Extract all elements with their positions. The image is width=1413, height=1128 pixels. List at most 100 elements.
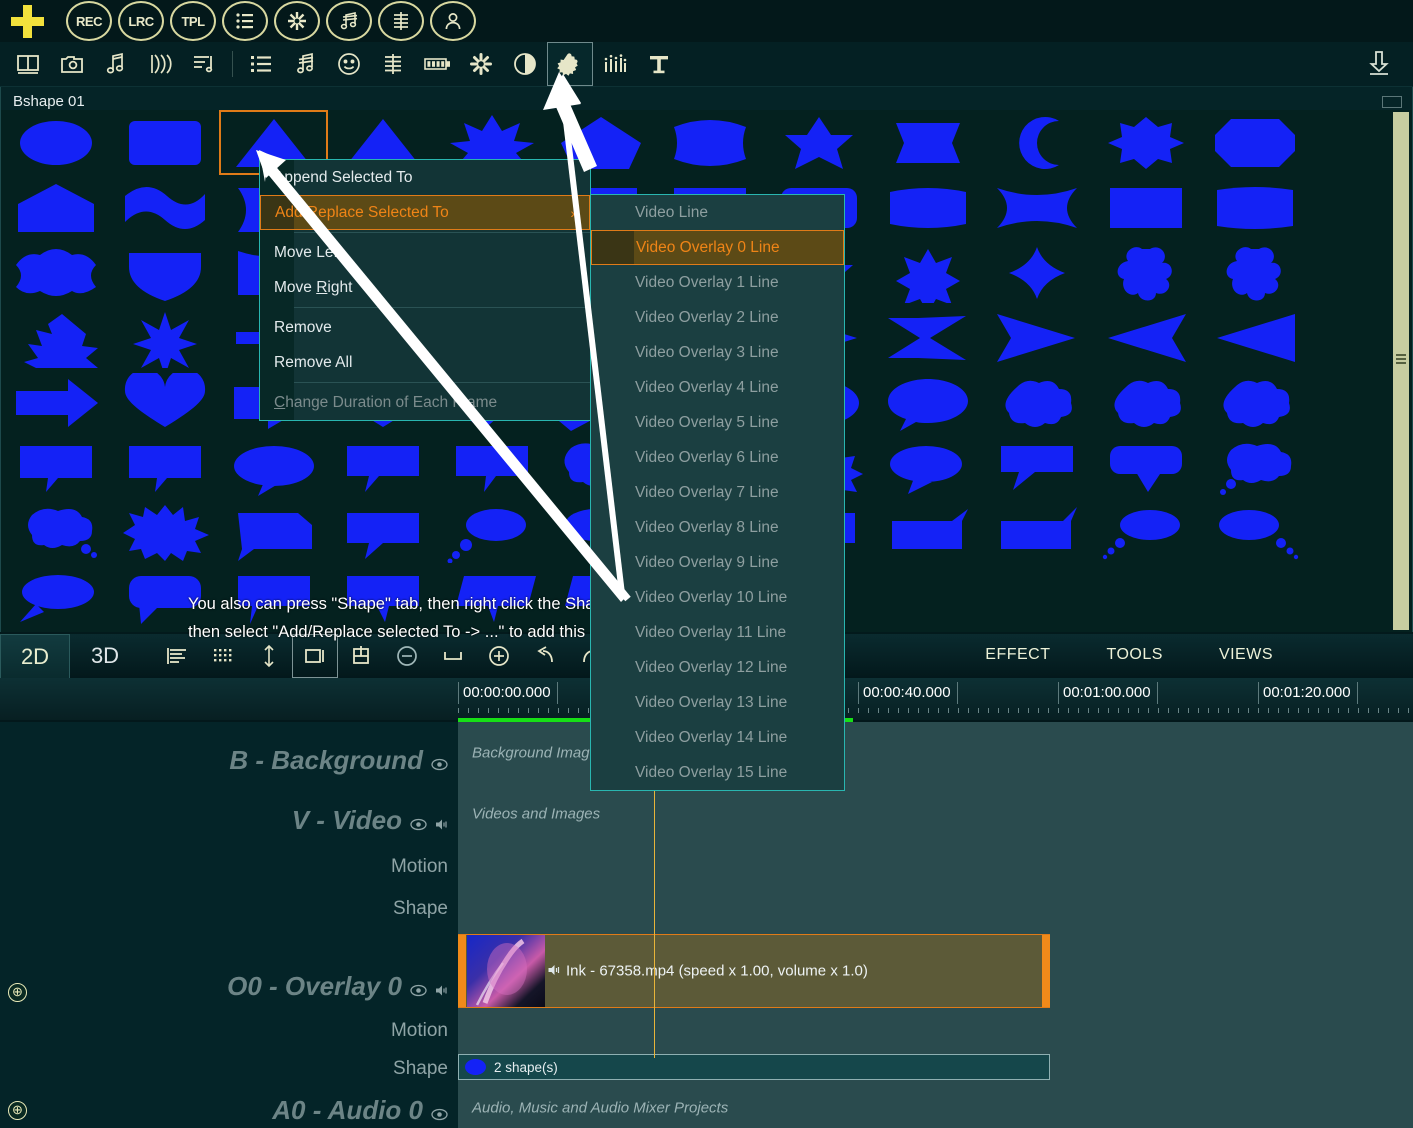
shape-cell[interactable] [1,110,110,175]
shape-cell[interactable] [873,110,982,175]
eye-icon[interactable] [431,758,448,776]
menu-item-remove-all[interactable]: Remove All [260,345,590,380]
mixer-button[interactable] [378,1,424,41]
menu-item-move-right[interactable]: Move Right [260,270,590,305]
list-button[interactable] [222,1,268,41]
shape-cell[interactable] [110,435,219,500]
submenu-item-video-overlay-1-line[interactable]: Video Overlay 1 Line [591,265,844,300]
submenu-item-video-overlay-11-line[interactable]: Video Overlay 11 Line [591,615,844,650]
playlist-icon[interactable] [182,44,226,84]
submenu-item-video-overlay-14-line[interactable]: Video Overlay 14 Line [591,720,844,755]
shape-cell[interactable] [110,370,219,435]
shape-cell[interactable] [1200,175,1309,240]
add-track-button[interactable]: ⊕ [8,983,27,1002]
video-clip[interactable]: Ink - 67358.mp4 (speed x 1.00, volume x … [458,934,1050,1008]
track-overlay0-shape[interactable]: Shape 2 shape(s) [0,1050,1413,1088]
shape-scrollbar[interactable] [1393,112,1409,630]
shape-cell[interactable] [1200,240,1309,305]
shape-cell[interactable] [1200,370,1309,435]
tab-2d[interactable]: 2D [0,634,70,678]
add-button[interactable] [8,2,46,40]
submenu-item-video-overlay-6-line[interactable]: Video Overlay 6 Line [591,440,844,475]
text-icon[interactable] [637,44,681,84]
menu-tools[interactable]: TOOLS [1106,646,1162,664]
download-icon[interactable] [1367,50,1391,81]
shape-cell[interactable] [1,435,110,500]
menu-item-add-replace-selected-to[interactable]: Add/Replace Selected To › [260,195,590,230]
speaker-icon[interactable] [435,984,448,1002]
equalizer-icon[interactable] [593,44,637,84]
track-video-shape[interactable]: Shape [0,886,1413,928]
asterisk-icon[interactable] [459,44,503,84]
shape-cell[interactable] [873,175,982,240]
eye-icon[interactable] [410,984,427,1002]
shape-cell[interactable] [1091,305,1200,370]
submenu-item-video-overlay-0-line[interactable]: Video Overlay 0 Line [591,230,844,265]
menu-effect[interactable]: EFFECT [985,646,1050,664]
shape-cell[interactable] [873,305,982,370]
shape-cell[interactable] [1,500,110,565]
shape-cell[interactable] [873,500,982,565]
contrast-icon[interactable] [503,44,547,84]
shape-context-menu[interactable]: Append Selected To › Add/Replace Selected … [259,159,591,421]
shape-cell[interactable] [873,240,982,305]
shape-cell[interactable] [1091,500,1200,565]
shape-cell[interactable] [110,500,219,565]
record-button[interactable]: REC [66,1,112,41]
submenu-item-video-overlay-7-line[interactable]: Video Overlay 7 Line [591,475,844,510]
shape-cell[interactable] [1,305,110,370]
shape-cell[interactable] [982,110,1091,175]
add-track-button[interactable]: ⊕ [8,1101,27,1120]
shape-cell[interactable] [110,240,219,305]
track-overlay0-motion[interactable]: Motion [0,1010,1413,1050]
menu-item-change-duration-of-each-frame[interactable]: Change Duration of Each Frame [260,385,590,420]
shape-cell[interactable] [873,370,982,435]
shape-cell[interactable] [1200,305,1309,370]
track-body[interactable] [458,844,1413,886]
submenu-item-video-overlay-10-line[interactable]: Video Overlay 10 Line [591,580,844,615]
shape-cell[interactable] [982,370,1091,435]
shape-cell[interactable] [1,370,110,435]
submenu-item-video-overlay-9-line[interactable]: Video Overlay 9 Line [591,545,844,580]
submenu-item-video-line[interactable]: Video Line [591,195,844,230]
submenu-item-video-overlay-13-line[interactable]: Video Overlay 13 Line [591,685,844,720]
puzzle-icon[interactable] [547,42,593,86]
shape-cell[interactable] [110,175,219,240]
shape-cell[interactable] [982,175,1091,240]
layout-icon[interactable] [6,44,50,84]
eye-icon[interactable] [410,818,427,836]
menu-views[interactable]: VIEWS [1219,646,1273,664]
shape-cell[interactable] [982,240,1091,305]
music-note-icon[interactable] [94,44,138,84]
lyrics-button[interactable]: LRC [118,1,164,41]
transition-icon[interactable] [138,44,182,84]
track-video-motion[interactable]: Motion [0,844,1413,886]
speaker-icon[interactable] [435,818,448,836]
clip-right-handle[interactable] [1042,935,1050,1007]
shape-cell[interactable] [1091,240,1200,305]
track-overlay0[interactable]: O0 - Overlay 0 ⊕ Ink - 67358.mp4 (speed x … [0,928,1413,1010]
tab-3d[interactable]: 3D [70,634,140,678]
submenu-item-video-overlay-12-line[interactable]: Video Overlay 12 Line [591,650,844,685]
track-video[interactable]: V - Video Videos and Images [0,784,1413,844]
shape-cell[interactable] [655,110,764,175]
template-button[interactable]: TPL [170,1,216,41]
add-replace-submenu[interactable]: Video Line Video Overlay 0 Line Video Over… [590,194,845,791]
submenu-item-video-overlay-3-line[interactable]: Video Overlay 3 Line [591,335,844,370]
track-body[interactable] [458,886,1413,928]
shape-cell[interactable] [1200,435,1309,500]
shape-cell[interactable] [110,110,219,175]
track-body[interactable]: Ink - 67358.mp4 (speed x 1.00, volume x … [458,928,1413,1010]
track-audio0[interactable]: A0 - Audio 0 ⊕ Audio, Music and Audio Mixe… [0,1088,1413,1128]
submenu-item-video-overlay-4-line[interactable]: Video Overlay 4 Line [591,370,844,405]
shape-cell[interactable] [219,500,328,565]
menu-item-remove[interactable]: Remove [260,310,590,345]
scrollbar-thumb[interactable] [1395,352,1407,366]
shape-cell[interactable] [1091,110,1200,175]
shape-cell[interactable] [1091,435,1200,500]
shape-cell[interactable] [219,435,328,500]
clip-left-handle[interactable] [458,935,466,1007]
shape-cell[interactable] [328,435,437,500]
track-body[interactable]: Videos and Images [458,784,1413,844]
submenu-item-video-overlay-8-line[interactable]: Video Overlay 8 Line [591,510,844,545]
